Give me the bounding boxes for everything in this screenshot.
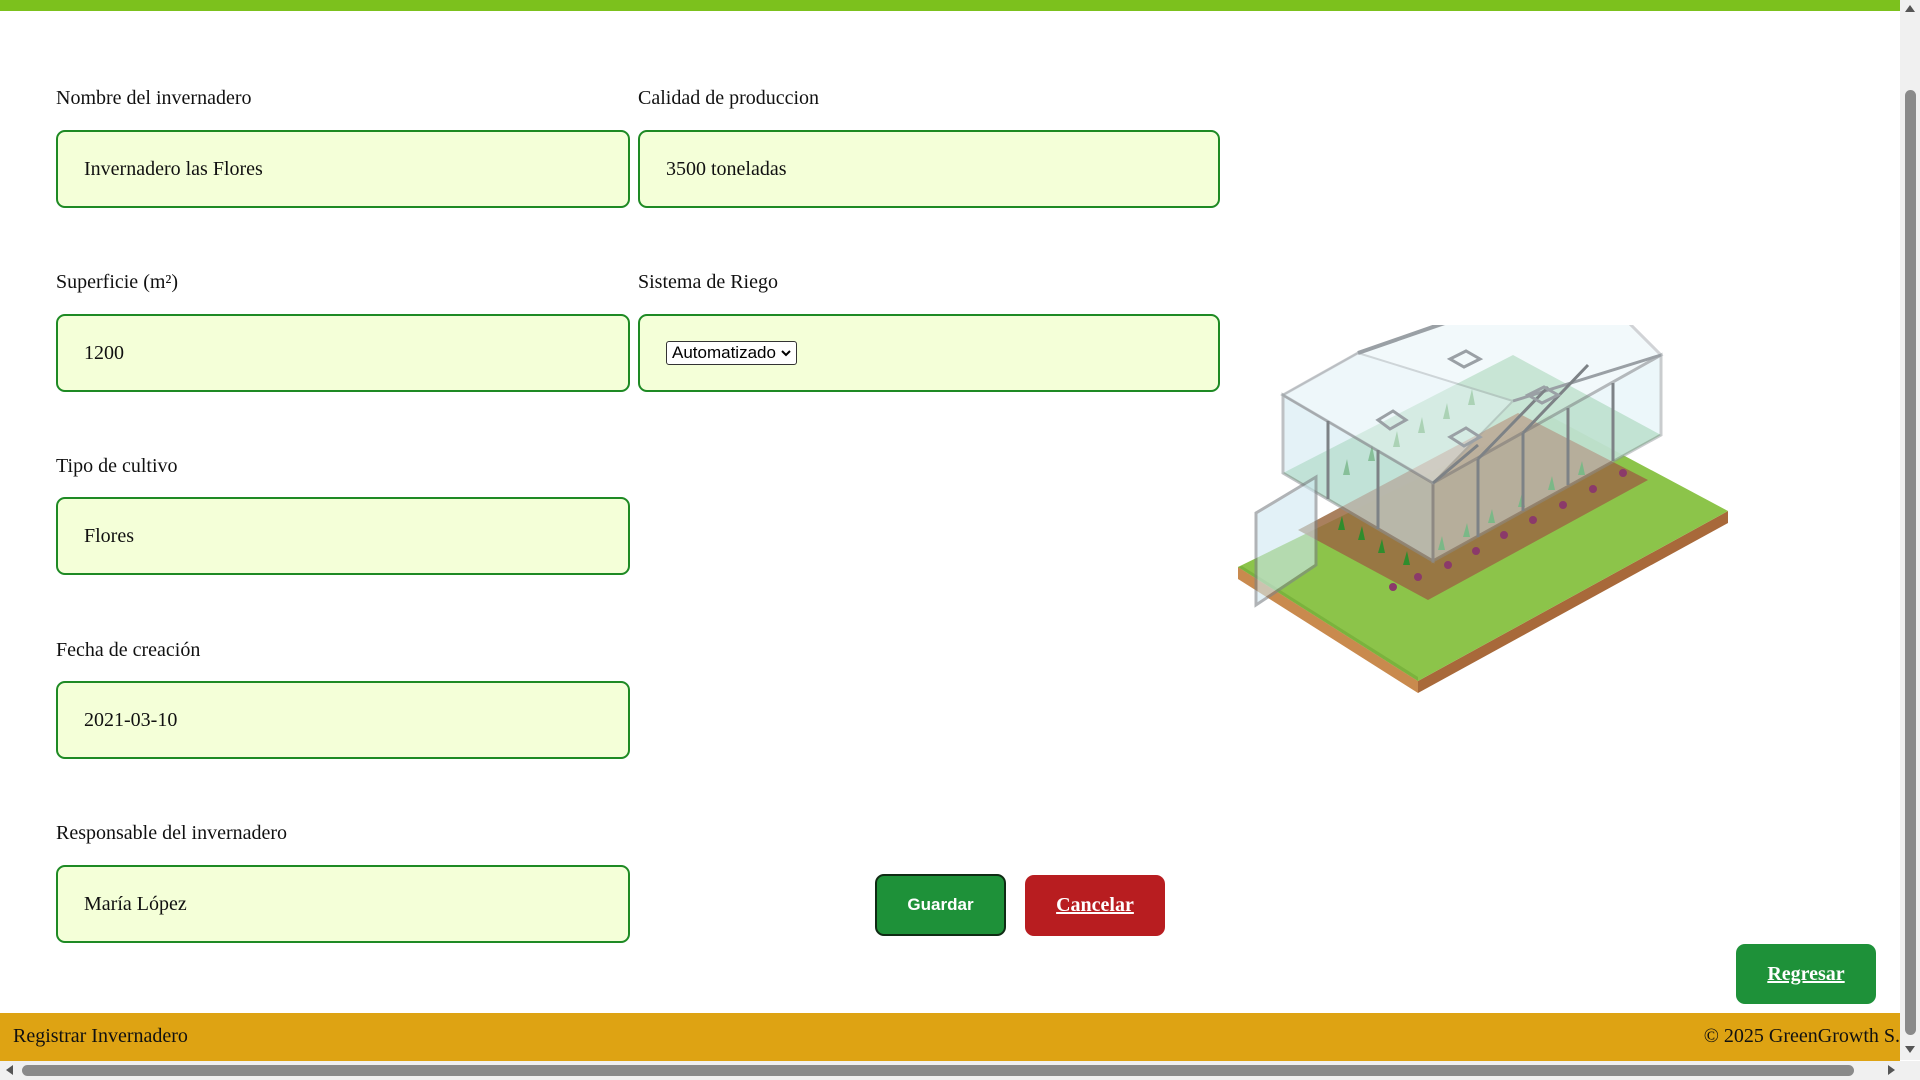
calidad-input[interactable]: 3500 toneladas	[638, 130, 1220, 208]
guardar-button[interactable]: Guardar	[875, 874, 1006, 936]
chevron-down-icon	[781, 350, 791, 357]
nombre-value: Invernadero las Flores	[84, 157, 263, 180]
scroll-right-icon[interactable]	[1888, 1065, 1895, 1075]
scroll-down-icon[interactable]	[1905, 1046, 1915, 1053]
fecha-value: 2021-03-10	[84, 708, 178, 731]
superficie-value: 1200	[84, 341, 124, 364]
footer-copyright: © 2025 GreenGrowth S.	[1703, 1025, 1900, 1047]
label-superficie: Superficie (m²)	[56, 271, 179, 293]
cultivo-value: Flores	[84, 524, 134, 547]
label-riego: Sistema de Riego	[638, 271, 778, 293]
scroll-up-icon[interactable]	[1905, 5, 1915, 12]
vertical-scroll-thumb[interactable]	[1905, 90, 1916, 1035]
label-cultivo: Tipo de cultivo	[56, 455, 178, 477]
responsable-value: María López	[84, 892, 187, 915]
regresar-button[interactable]: Regresar	[1736, 944, 1876, 1004]
nombre-input[interactable]: Invernadero las Flores	[56, 130, 630, 208]
riego-select[interactable]: Automatizado	[666, 341, 797, 365]
horizontal-scroll-thumb[interactable]	[22, 1065, 1854, 1076]
responsable-input[interactable]: María López	[56, 865, 630, 943]
riego-selected: Automatizado	[672, 343, 776, 362]
riego-field: Automatizado	[638, 314, 1220, 392]
horizontal-scrollbar[interactable]	[0, 1061, 1920, 1080]
scroll-left-icon[interactable]	[6, 1065, 13, 1075]
fecha-input[interactable]: 2021-03-10	[56, 681, 630, 759]
cultivo-input[interactable]: Flores	[56, 497, 630, 575]
footer-page-title: Registrar Invernadero	[13, 1025, 188, 1047]
label-nombre: Nombre del invernadero	[56, 87, 252, 109]
label-fecha: Fecha de creación	[56, 639, 201, 661]
greenhouse-illustration	[1238, 325, 1728, 693]
vertical-scrollbar[interactable]	[1900, 0, 1920, 1060]
superficie-input[interactable]: 1200	[56, 314, 630, 392]
label-calidad: Calidad de produccion	[638, 87, 820, 109]
footer: Registrar Invernadero © 2025 GreenGrowth…	[0, 1013, 1900, 1061]
top-accent-bar	[0, 0, 1900, 11]
cancelar-button[interactable]: Cancelar	[1025, 875, 1165, 936]
label-responsable: Responsable del invernadero	[56, 822, 288, 844]
calidad-value: 3500 toneladas	[666, 157, 787, 180]
